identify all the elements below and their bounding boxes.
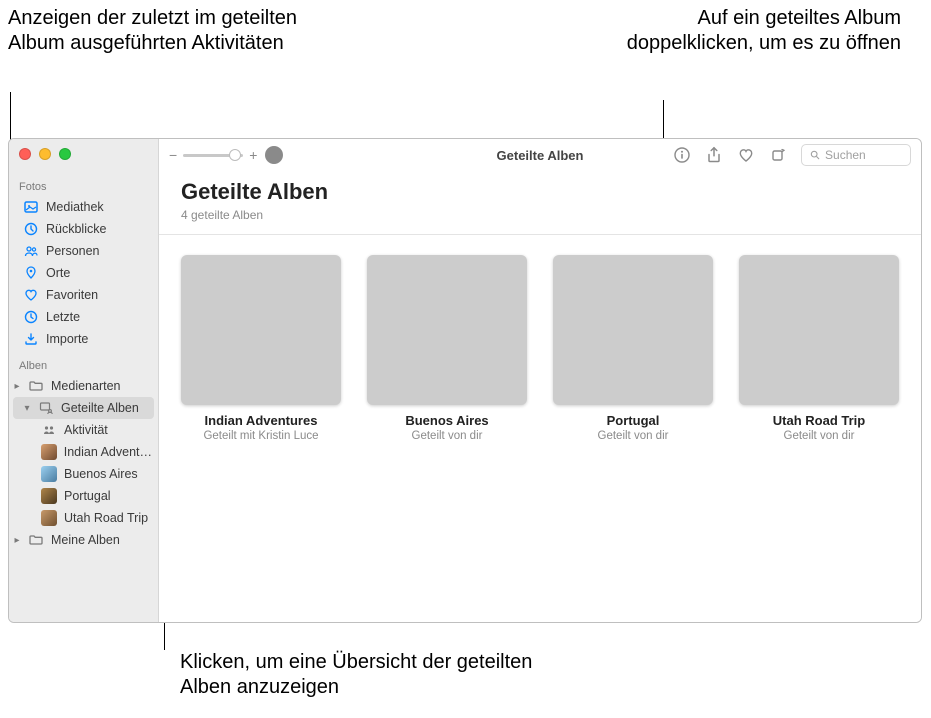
callout-activity: Anzeigen der zuletzt im geteilten Album … — [8, 6, 298, 56]
album-meta: Geteilt von dir — [739, 430, 899, 442]
album-card[interactable]: Portugal Geteilt von dir — [553, 255, 713, 442]
sidebar-heading-fotos: Fotos — [9, 177, 158, 196]
sidebar-item-label: Aktivität — [64, 423, 108, 437]
album-meta: Geteilt von dir — [367, 430, 527, 442]
sidebar-item-label: Favoriten — [46, 288, 98, 302]
sidebar-item-label: Orte — [46, 266, 70, 280]
sidebar-item-album-portugal[interactable]: Portugal — [9, 485, 158, 507]
content-header: Geteilte Alben 4 geteilte Alben — [159, 171, 921, 228]
shared-album-icon — [38, 400, 54, 416]
album-meta: Geteilt von dir — [553, 430, 713, 442]
folder-icon — [28, 532, 44, 548]
chevron-down-icon[interactable]: ▾ — [23, 403, 31, 414]
sidebar-item-letzte[interactable]: Letzte — [9, 306, 158, 328]
zoom-slider[interactable]: − + — [169, 147, 257, 163]
album-card[interactable]: Indian Adventures Geteilt mit Kristin Lu… — [181, 255, 341, 442]
zoom-out-icon: − — [169, 147, 177, 163]
album-thumbnail — [181, 255, 341, 405]
share-button[interactable] — [705, 146, 723, 164]
sidebar-item-geteilte-alben[interactable]: ▾ Geteilte Alben — [13, 397, 154, 419]
close-window-button[interactable] — [19, 148, 31, 160]
album-grid: Indian Adventures Geteilt mit Kristin Lu… — [159, 235, 921, 462]
sidebar-item-rueckblicke[interactable]: Rückblicke — [9, 218, 158, 240]
callout-open-album: Auf ein geteiltes Album doppelklicken, u… — [601, 6, 901, 56]
sidebar-item-label: Utah Road Trip — [64, 511, 148, 525]
album-title: Indian Adventures — [181, 413, 341, 428]
album-title: Buenos Aires — [367, 413, 527, 428]
heart-icon — [23, 287, 39, 303]
page-title: Geteilte Alben — [181, 179, 899, 205]
sidebar-item-label: Buenos Aires — [64, 467, 138, 481]
sidebar-item-label: Indian Advent… — [64, 445, 152, 459]
fullscreen-window-button[interactable] — [59, 148, 71, 160]
sidebar-item-label: Mediathek — [46, 200, 104, 214]
import-icon — [23, 331, 39, 347]
recent-icon — [23, 309, 39, 325]
sidebar-item-label: Importe — [46, 332, 88, 346]
album-thumb-icon — [41, 444, 57, 460]
favorite-button[interactable] — [737, 146, 755, 164]
clock-icon — [23, 221, 39, 237]
sidebar-item-importe[interactable]: Importe — [9, 328, 158, 350]
sidebar-item-label: Personen — [46, 244, 100, 258]
zoom-in-icon: + — [249, 147, 257, 163]
album-thumbnail — [553, 255, 713, 405]
search-input[interactable] — [825, 148, 902, 162]
info-button[interactable] — [673, 146, 691, 164]
album-thumbnail — [367, 255, 527, 405]
album-thumb-icon — [41, 488, 57, 504]
album-card[interactable]: Utah Road Trip Geteilt von dir — [739, 255, 899, 442]
toolbar: − + Geteilte Alben — [159, 139, 921, 171]
callout-overview: Klicken, um eine Übersicht der geteilten… — [180, 650, 580, 700]
people-icon — [23, 243, 39, 259]
chevron-right-icon[interactable]: ▸ — [13, 381, 21, 392]
sidebar-item-orte[interactable]: Orte — [9, 262, 158, 284]
album-thumb-icon — [41, 510, 57, 526]
sidebar-item-medienarten[interactable]: ▸ Medienarten — [9, 375, 158, 397]
page-subtitle: 4 geteilte Alben — [181, 208, 899, 222]
album-meta: Geteilt mit Kristin Luce — [181, 430, 341, 442]
search-field[interactable] — [801, 144, 911, 166]
chevron-right-icon[interactable]: ▸ — [13, 535, 21, 546]
sidebar-item-meine-alben[interactable]: ▸ Meine Alben — [9, 529, 158, 551]
sidebar-heading-alben: Alben — [9, 356, 158, 375]
sidebar-item-album-buenos[interactable]: Buenos Aires — [9, 463, 158, 485]
sidebar-item-album-indian[interactable]: Indian Advent… — [9, 441, 158, 463]
sidebar-item-label: Meine Alben — [51, 533, 120, 547]
main-content: − + Geteilte Alben — [159, 139, 921, 622]
sidebar-item-label: Medienarten — [51, 379, 121, 393]
window-controls — [19, 148, 71, 160]
album-card[interactable]: Buenos Aires Geteilt von dir — [367, 255, 527, 442]
app-window: Fotos Mediathek Rückblicke Personen Orte — [8, 138, 922, 623]
album-title: Portugal — [553, 413, 713, 428]
album-thumbnail — [739, 255, 899, 405]
search-icon — [810, 149, 820, 161]
folder-icon — [28, 378, 44, 394]
toolbar-title: Geteilte Alben — [497, 148, 584, 163]
zoom-thumb[interactable] — [229, 149, 241, 161]
sidebar-item-album-utah[interactable]: Utah Road Trip — [9, 507, 158, 529]
album-title: Utah Road Trip — [739, 413, 899, 428]
rotate-button[interactable] — [769, 146, 787, 164]
sidebar-item-label: Geteilte Alben — [61, 401, 139, 415]
sidebar-item-personen[interactable]: Personen — [9, 240, 158, 262]
filter-button[interactable] — [265, 146, 283, 164]
album-thumb-icon — [41, 466, 57, 482]
location-icon — [23, 265, 39, 281]
library-icon — [23, 199, 39, 215]
sidebar-item-label: Portugal — [64, 489, 111, 503]
sidebar: Fotos Mediathek Rückblicke Personen Orte — [9, 139, 159, 622]
minimize-window-button[interactable] — [39, 148, 51, 160]
sidebar-item-label: Letzte — [46, 310, 80, 324]
sidebar-item-favoriten[interactable]: Favoriten — [9, 284, 158, 306]
sidebar-item-label: Rückblicke — [46, 222, 106, 236]
activity-icon — [41, 422, 57, 438]
sidebar-item-aktivitaet[interactable]: Aktivität — [9, 419, 158, 441]
sidebar-item-mediathek[interactable]: Mediathek — [9, 196, 158, 218]
zoom-track[interactable] — [183, 154, 243, 157]
